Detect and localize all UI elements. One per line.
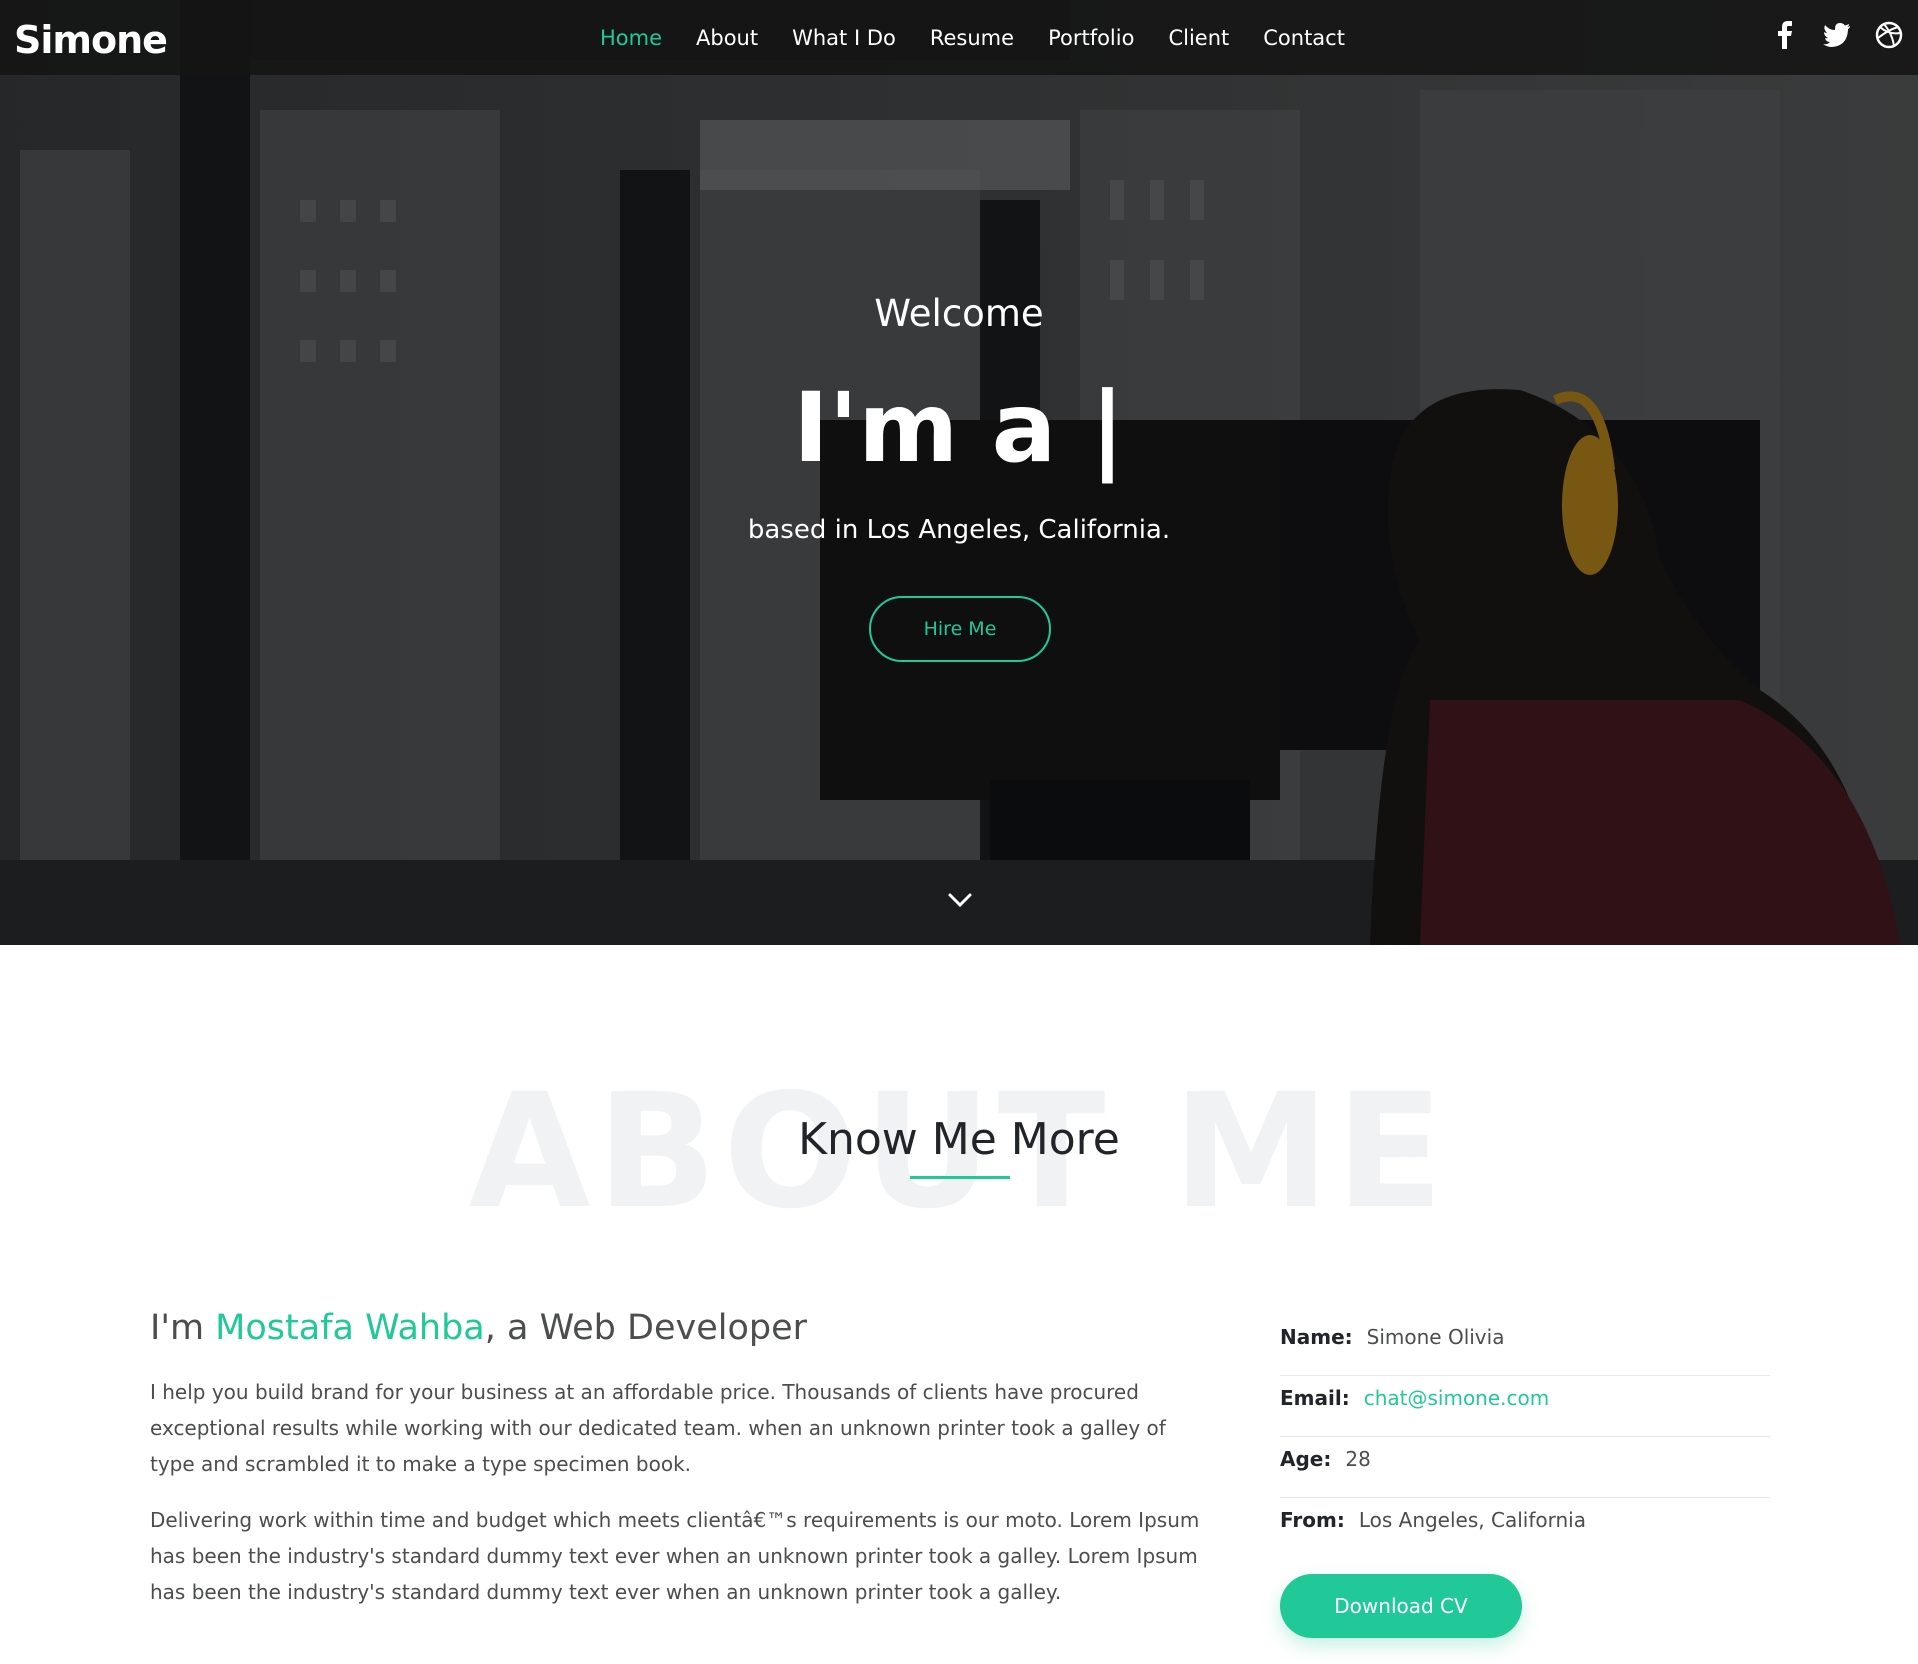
about-paragraph-1: I help you build brand for your business… [150,1380,1166,1476]
info-email-link[interactable]: chat@simone.com [1364,1386,1550,1410]
info-from-value: Los Angeles, California [1358,1508,1586,1532]
info-email-label: Email: [1280,1386,1350,1410]
hero-headline: I'm a | [793,372,1125,484]
info-email-row: Email: chat@simone.com [1280,1376,1770,1437]
nav-what-i-do[interactable]: What I Do [792,26,896,50]
twitter-icon[interactable] [1822,20,1852,50]
title-underline [910,1176,1010,1179]
social-links [1770,20,1904,50]
logo[interactable]: Simone [14,18,168,62]
hero-content: Welcome I'm a | based in Los Angeles, Ca… [0,0,1918,945]
intro-prefix: I'm [150,1308,216,1348]
info-age-label: Age: [1280,1447,1332,1471]
hero-subtitle: based in Los Angeles, California. [747,515,1171,545]
intro-heading: I'm Mostafa Wahba, a Web Developer [150,1308,807,1348]
facebook-icon[interactable] [1770,20,1800,50]
intro-name: Mostafa Wahba [215,1308,485,1348]
about-paragraph-2: Delivering work within time and budget w… [150,1508,1200,1604]
nav-contact[interactable]: Contact [1263,26,1345,50]
hero-section: Welcome I'm a | based in Los Angeles, Ca… [0,0,1918,945]
info-age-row: Age: 28 [1280,1437,1770,1498]
info-name-label: Name: [1280,1325,1353,1349]
main-nav: Home About What I Do Resume Portfolio Cl… [600,26,1379,50]
personal-info-list: Name: Simone Olivia Email: chat@simone.c… [1280,1315,1770,1559]
header-bar: Simone Home About What I Do Resume Portf… [0,0,1918,75]
info-age-value: 28 [1345,1447,1371,1471]
chevron-down-icon[interactable] [946,890,974,910]
nav-about[interactable]: About [696,26,758,50]
info-from-label: From: [1280,1508,1345,1532]
info-name-value: Simone Olivia [1366,1325,1505,1349]
dribbble-icon[interactable] [1874,20,1904,50]
info-name-row: Name: Simone Olivia [1280,1315,1770,1376]
download-cv-button[interactable]: Download CV [1280,1574,1522,1638]
intro-suffix: , a Web Developer [484,1308,808,1348]
about-title: Know Me More [798,1114,1120,1165]
hero-welcome: Welcome [874,292,1044,335]
hire-me-button[interactable]: Hire Me [869,596,1051,662]
nav-resume[interactable]: Resume [930,26,1014,50]
nav-home[interactable]: Home [600,26,662,50]
nav-portfolio[interactable]: Portfolio [1048,26,1134,50]
info-from-row: From: Los Angeles, California [1280,1498,1770,1559]
nav-client[interactable]: Client [1168,26,1229,50]
